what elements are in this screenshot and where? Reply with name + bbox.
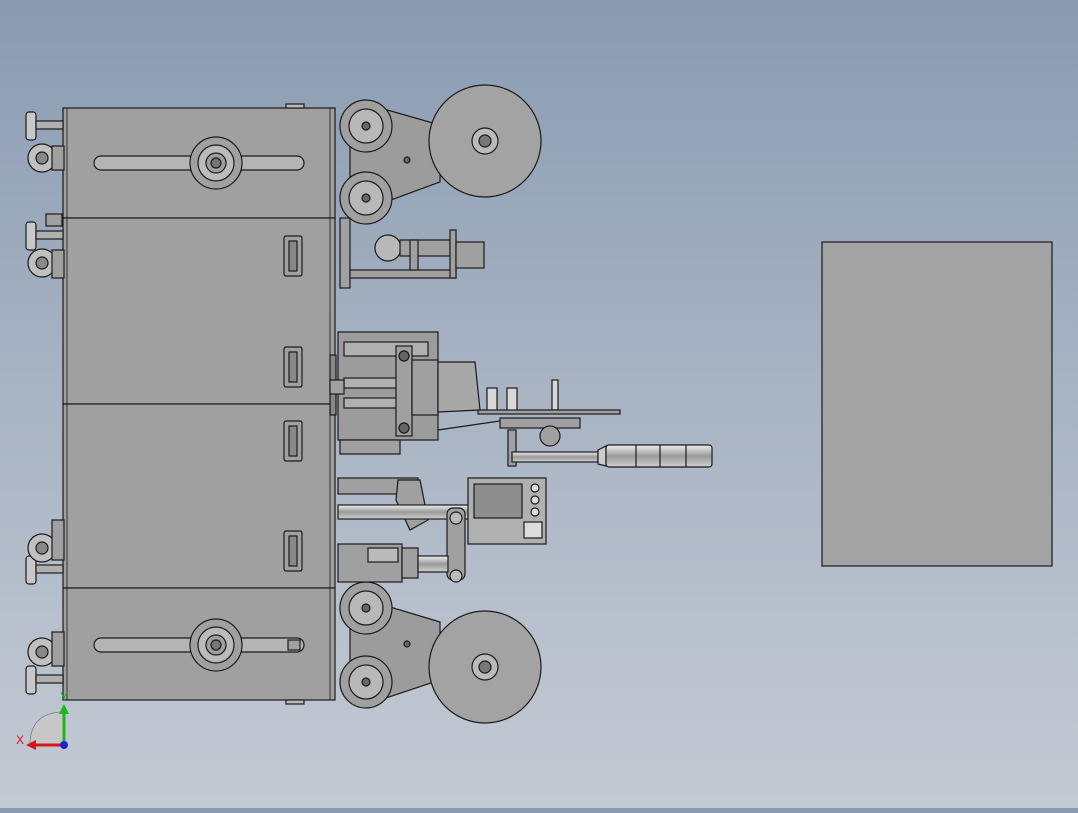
coordinate-triad: X Y (16, 690, 69, 750)
control-panel (467, 477, 547, 545)
z-axis-dot (60, 741, 68, 749)
y-axis-arrow (59, 704, 69, 714)
x-axis-label: X (16, 733, 24, 747)
bottom-unwind-assembly (339, 581, 542, 724)
y-axis-label: Y (60, 690, 68, 704)
top-unwind-assembly (339, 84, 542, 225)
cad-viewport[interactable]: X Y (0, 0, 1078, 808)
cylinder-rod (511, 444, 713, 468)
machine-cabinet (62, 103, 337, 705)
caster-feet (25, 111, 65, 695)
cad-drawing: X Y (16, 84, 1053, 750)
drive-motor (337, 543, 449, 583)
tension-bracket (339, 217, 485, 289)
flat-panel (821, 241, 1053, 567)
